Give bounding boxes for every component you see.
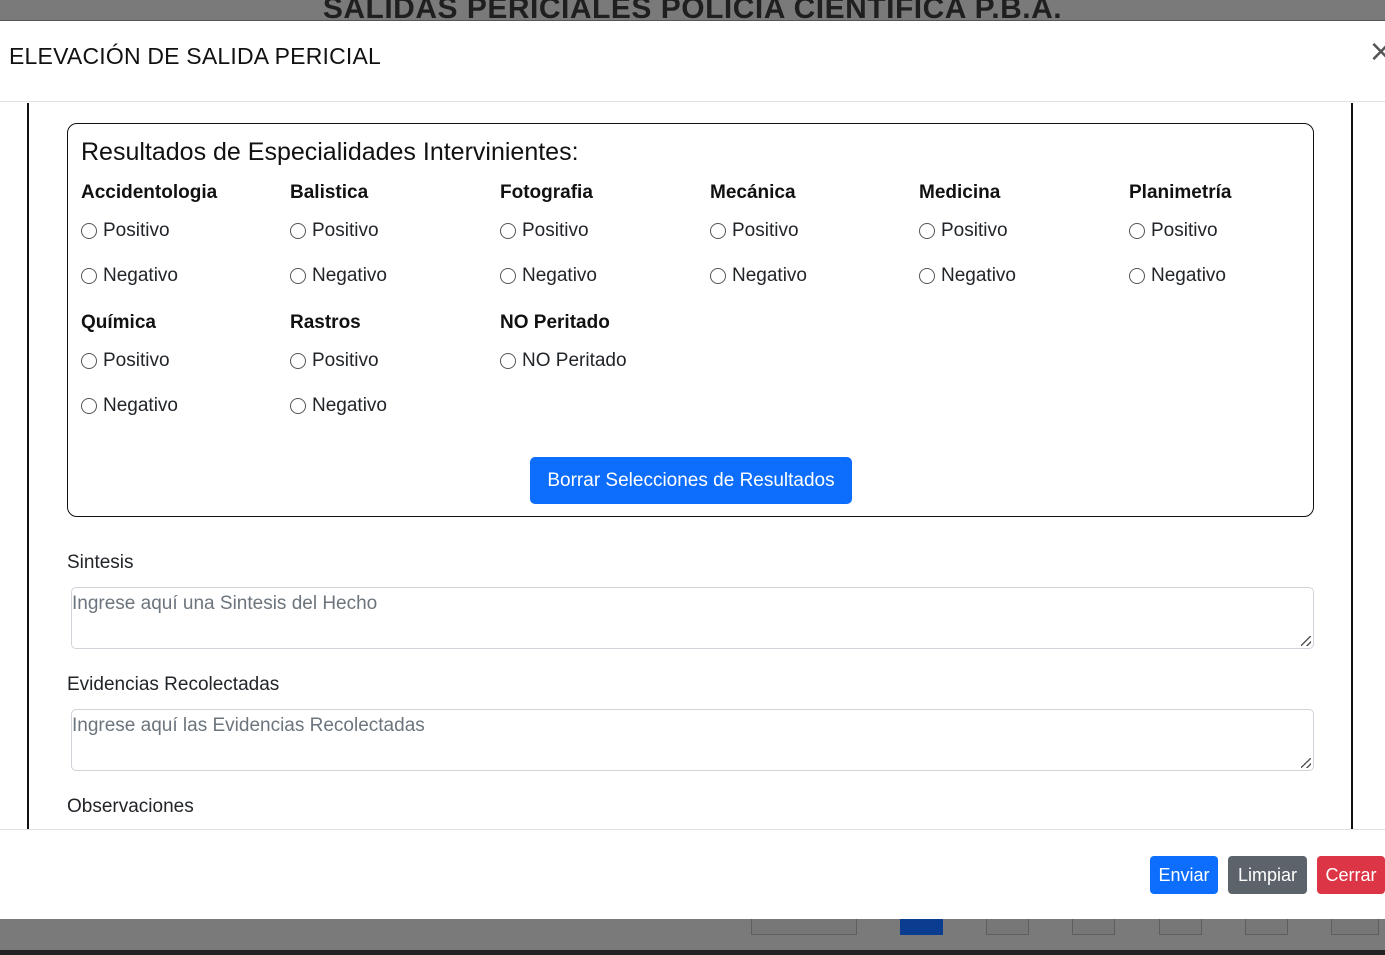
option-label: Positivo [312, 220, 379, 241]
modal-title: ELEVACIÓN DE SALIDA PERICIAL [9, 43, 382, 69]
radio-accidentologia-negativo[interactable]: Negativo [81, 265, 178, 287]
radio-rastros-positivo[interactable]: Positivo [290, 350, 379, 372]
specialty-quimica: Química Positivo Negativo [81, 312, 281, 416]
radio-planimetria-positivo[interactable]: Positivo [1129, 220, 1218, 242]
option-label: Positivo [522, 220, 589, 241]
radio-icon[interactable] [919, 268, 935, 284]
sintesis-textarea[interactable]: Ingrese aquí una Sintesis del Hecho [71, 587, 1314, 649]
radio-balistica-positivo[interactable]: Positivo [290, 220, 379, 242]
radio-medicina-negativo[interactable]: Negativo [919, 265, 1016, 287]
specialty-planimetria: Planimetría Positivo Negativo [1129, 182, 1329, 286]
specialty-name: Medicina [919, 182, 1001, 203]
clear-form-button[interactable]: Limpiar [1228, 856, 1307, 894]
modal-footer: Enviar Limpiar Cerrar [0, 829, 1385, 919]
sintesis-label: Sintesis [67, 552, 134, 573]
option-label: Positivo [312, 350, 379, 371]
evidencias-label: Evidencias Recolectadas [67, 674, 280, 695]
radio-icon[interactable] [500, 268, 516, 284]
results-fieldset: Resultados de Especialidades Intervinien… [67, 123, 1314, 517]
radio-balistica-negativo[interactable]: Negativo [290, 265, 387, 287]
specialty-fotografia: Fotografia Positivo Negativo [500, 182, 700, 286]
radio-icon[interactable] [81, 398, 97, 414]
radio-icon[interactable] [290, 223, 306, 239]
evidencias-textarea[interactable]: Ingrese aquí las Evidencias Recolectadas [71, 709, 1314, 771]
option-label: Negativo [312, 265, 387, 286]
option-label: Negativo [732, 265, 807, 286]
option-label: Positivo [103, 220, 170, 241]
results-title: Resultados de Especialidades Intervinien… [81, 138, 579, 166]
specialty-name: Química [81, 312, 156, 333]
radio-icon[interactable] [81, 268, 97, 284]
radio-icon[interactable] [500, 223, 516, 239]
specialty-rastros: Rastros Positivo Negativo [290, 312, 490, 416]
radio-icon[interactable] [290, 398, 306, 414]
radio-icon[interactable] [1129, 223, 1145, 239]
specialty-balistica: Balistica Positivo Negativo [290, 182, 490, 286]
send-button[interactable]: Enviar [1150, 856, 1218, 894]
clear-results-button[interactable]: Borrar Selecciones de Resultados [530, 457, 852, 504]
background-bottom-bar [0, 950, 1385, 955]
radio-icon[interactable] [710, 223, 726, 239]
specialty-accidentologia: Accidentologia Positivo Negativo [81, 182, 281, 286]
radio-icon[interactable] [710, 268, 726, 284]
resize-grip-icon[interactable] [1301, 636, 1311, 646]
radio-fotografia-positivo[interactable]: Positivo [500, 220, 589, 242]
resize-grip-icon[interactable] [1301, 758, 1311, 768]
option-label: Positivo [103, 350, 170, 371]
radio-icon[interactable] [500, 353, 516, 369]
option-label: Negativo [103, 395, 178, 416]
radio-planimetria-negativo[interactable]: Negativo [1129, 265, 1226, 287]
evidencias-placeholder: Ingrese aquí las Evidencias Recolectadas [72, 715, 425, 736]
radio-icon[interactable] [290, 268, 306, 284]
specialty-name: Mecánica [710, 182, 796, 203]
modal-header: ELEVACIÓN DE SALIDA PERICIAL × [0, 21, 1385, 102]
specialty-no-peritado: NO Peritado NO Peritado [500, 312, 700, 371]
option-label: Negativo [312, 395, 387, 416]
specialty-name: Fotografia [500, 182, 593, 203]
radio-icon[interactable] [81, 353, 97, 369]
option-label: Positivo [1151, 220, 1218, 241]
radio-quimica-negativo[interactable]: Negativo [81, 395, 178, 417]
radio-icon[interactable] [1129, 268, 1145, 284]
radio-quimica-positivo[interactable]: Positivo [81, 350, 170, 372]
option-label: Negativo [1151, 265, 1226, 286]
option-label: Positivo [732, 220, 799, 241]
form-border-left [27, 103, 29, 829]
specialty-name: Balistica [290, 182, 369, 203]
modal-body[interactable]: Resultados de Especialidades Intervinien… [0, 103, 1385, 829]
specialty-name: Planimetría [1129, 182, 1232, 203]
radio-medicina-positivo[interactable]: Positivo [919, 220, 1008, 242]
close-button[interactable]: Cerrar [1317, 856, 1385, 894]
option-label: NO Peritado [522, 350, 627, 371]
specialty-name: Rastros [290, 312, 361, 333]
radio-no-peritado[interactable]: NO Peritado [500, 350, 627, 372]
radio-accidentologia-positivo[interactable]: Positivo [81, 220, 170, 242]
radio-icon[interactable] [81, 223, 97, 239]
close-icon[interactable]: × [1366, 37, 1385, 67]
radio-icon[interactable] [919, 223, 935, 239]
specialty-medicina: Medicina Positivo Negativo [919, 182, 1119, 286]
option-label: Negativo [522, 265, 597, 286]
option-label: Negativo [941, 265, 1016, 286]
specialty-mecanica: Mecánica Positivo Negativo [710, 182, 910, 286]
radio-rastros-negativo[interactable]: Negativo [290, 395, 387, 417]
form-border-right [1351, 103, 1353, 829]
modal-dialog: ELEVACIÓN DE SALIDA PERICIAL × Resultado… [0, 20, 1385, 919]
radio-icon[interactable] [290, 353, 306, 369]
observaciones-label: Observaciones [67, 796, 194, 817]
option-label: Positivo [941, 220, 1008, 241]
radio-mecanica-negativo[interactable]: Negativo [710, 265, 807, 287]
radio-mecanica-positivo[interactable]: Positivo [710, 220, 799, 242]
option-label: Negativo [103, 265, 178, 286]
sintesis-placeholder: Ingrese aquí una Sintesis del Hecho [72, 593, 378, 614]
specialty-name: Accidentologia [81, 182, 218, 203]
specialty-name: NO Peritado [500, 312, 610, 333]
radio-fotografia-negativo[interactable]: Negativo [500, 265, 597, 287]
